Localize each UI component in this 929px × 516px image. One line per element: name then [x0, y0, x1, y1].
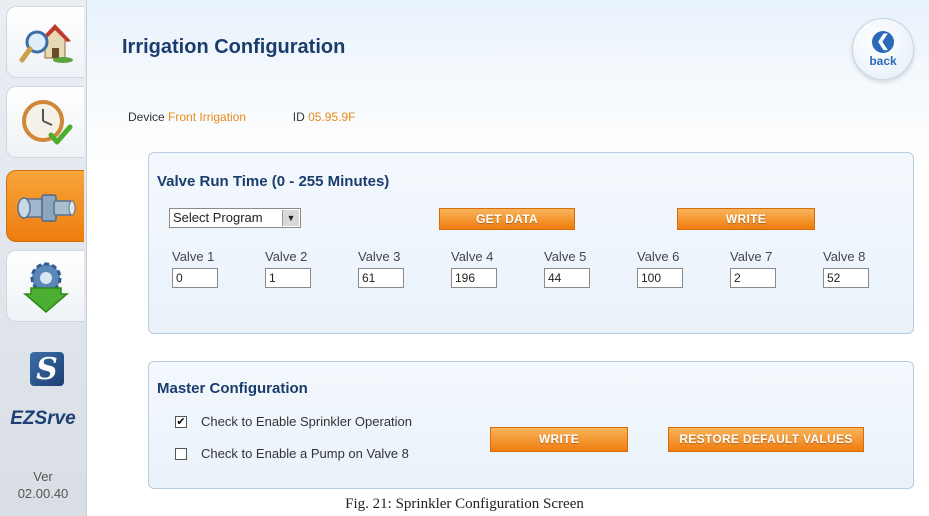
enable-pump-checkbox[interactable]: [175, 447, 187, 460]
get-data-button[interactable]: GET DATA: [439, 208, 575, 230]
back-arrow-icon: ❮: [872, 30, 894, 53]
valve-6-input[interactable]: 100: [637, 268, 683, 288]
version-label: Ver: [33, 469, 53, 484]
sidebar: S EZSrve Ver 02.00.40: [0, 0, 87, 516]
valve-label: Valve 6: [637, 249, 680, 264]
valve-2: Valve 2 1: [265, 249, 325, 288]
sidebar-item-irrigation[interactable]: [6, 170, 84, 242]
write-valves-button[interactable]: WRITE: [677, 208, 815, 230]
sidebar-item-home-search[interactable]: [6, 6, 84, 78]
main-content: Irrigation Configuration ❮ back Device F…: [87, 0, 929, 516]
restore-defaults-button[interactable]: RESTORE DEFAULT VALUES: [668, 427, 864, 452]
enable-pump-label: Check to Enable a Pump on Valve 8: [201, 446, 409, 461]
page-title: Irrigation Configuration: [122, 36, 346, 58]
enable-sprinkler-row[interactable]: ✔ Check to Enable Sprinkler Operation: [175, 414, 412, 429]
valve-3-input[interactable]: 61: [358, 268, 404, 288]
clock-check-icon: [21, 100, 72, 145]
valve-label: Valve 8: [823, 249, 866, 264]
enable-sprinkler-checkbox[interactable]: ✔: [175, 415, 187, 428]
sprinkler-valve-icon: [16, 194, 75, 222]
program-select-value: Select Program: [173, 210, 263, 225]
sidebar-item-schedule[interactable]: [6, 86, 84, 158]
master-panel-title: Master Configuration: [157, 380, 308, 397]
valve-label: Valve 5: [544, 249, 587, 264]
valve-8-input[interactable]: 52: [823, 268, 869, 288]
enable-sprinkler-label: Check to Enable Sprinkler Operation: [201, 414, 413, 429]
device-id-label: ID: [292, 110, 305, 124]
chevron-down-icon: ▼: [282, 210, 299, 226]
valve-panel-title: Valve Run Time (0 - 255 Minutes): [157, 173, 390, 190]
brand-logo: S: [30, 352, 64, 387]
valve-3: Valve 3 61: [358, 249, 418, 288]
write-master-button[interactable]: WRITE: [490, 427, 628, 452]
valve-run-time-panel: Valve Run Time (0 - 255 Minutes) Select …: [148, 152, 914, 334]
back-label: back: [869, 53, 897, 68]
program-select[interactable]: Select Program ▼: [169, 208, 301, 228]
valve-8: Valve 8 52: [823, 249, 883, 288]
device-name: Front Irrigation: [168, 110, 247, 124]
valve-label: Valve 7: [730, 249, 773, 264]
valve-4: Valve 4 196: [451, 249, 511, 288]
brand-name: EZSrve: [10, 408, 76, 429]
device-id: 05.95.9F: [308, 110, 356, 124]
valve-5-input[interactable]: 44: [544, 268, 590, 288]
valve-7-input[interactable]: 2: [730, 268, 776, 288]
valve-7: Valve 7 2: [730, 249, 790, 288]
valve-5: Valve 5 44: [544, 249, 604, 288]
device-label: Device: [128, 110, 165, 124]
gear-download-icon: [22, 262, 69, 313]
valve-label: Valve 3: [358, 249, 401, 264]
house-magnifier-icon: [19, 24, 73, 63]
valve-6: Valve 6 100: [637, 249, 697, 288]
figure-caption: Fig. 21: Sprinkler Configuration Screen: [345, 496, 584, 512]
valve-2-input[interactable]: 1: [265, 268, 311, 288]
valve-label: Valve 1: [172, 249, 215, 264]
valve-label: Valve 2: [265, 249, 308, 264]
back-button[interactable]: ❮ back: [852, 18, 914, 80]
valve-label: Valve 4: [451, 249, 494, 264]
valve-4-input[interactable]: 196: [451, 268, 497, 288]
sidebar-item-download-settings[interactable]: [6, 250, 84, 322]
valve-1-input[interactable]: 0: [172, 268, 218, 288]
enable-pump-row[interactable]: Check to Enable a Pump on Valve 8: [175, 446, 409, 461]
master-configuration-panel: Master Configuration ✔ Check to Enable S…: [148, 361, 914, 489]
device-info: Device Front Irrigation ID 05.95.9F: [128, 110, 355, 124]
valve-1: Valve 1 0: [172, 249, 232, 288]
